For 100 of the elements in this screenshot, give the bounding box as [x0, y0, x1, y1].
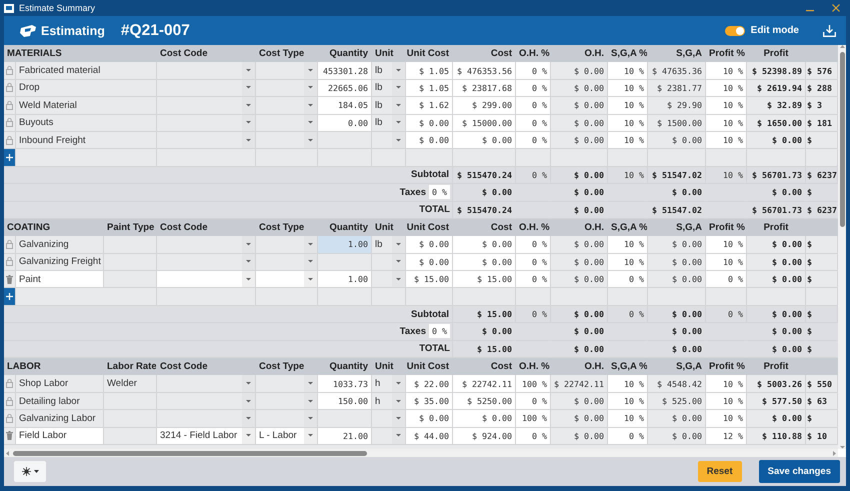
cost-field[interactable]: $ 22742.11: [453, 375, 516, 393]
unit-cost-field[interactable]: $ 22.00: [406, 375, 453, 393]
overhead-percent-field[interactable]: 100 %: [516, 375, 551, 393]
trash-icon[interactable]: [6, 274, 13, 284]
unit-cost-field[interactable]: $ 0.00: [406, 114, 453, 132]
quantity-field[interactable]: 1.00: [318, 236, 372, 254]
item-name[interactable]: Field Labor: [16, 428, 104, 445]
reset-button[interactable]: Reset: [698, 461, 742, 482]
tax-rate-field[interactable]: 0 %: [429, 185, 450, 200]
cost-field[interactable]: $ 0.00: [453, 236, 516, 254]
overhead-percent-field[interactable]: 0 %: [516, 428, 551, 445]
sga-percent-field[interactable]: 0 %: [608, 428, 648, 445]
item-name[interactable]: Paint: [16, 271, 104, 288]
lock-icon: [6, 118, 13, 128]
unit-cost-field[interactable]: $ 1.05: [406, 80, 453, 98]
plus-icon[interactable]: [6, 154, 13, 162]
unit-cost-field[interactable]: $ 15.00: [406, 271, 453, 288]
profit-percent-field[interactable]: 0 %: [706, 271, 747, 288]
lock-icon: [6, 100, 13, 110]
download-icon[interactable]: [823, 24, 836, 36]
caret-icon: [308, 416, 313, 420]
caret-icon: [308, 69, 313, 72]
trash-icon[interactable]: [6, 431, 13, 440]
profit-percent-field[interactable]: 12 %: [706, 428, 747, 445]
overhead-percent-field[interactable]: 100 %: [516, 410, 551, 428]
unit-cost-field[interactable]: $ 35.00: [406, 392, 453, 410]
overhead-percent-field[interactable]: 0 %: [516, 97, 551, 115]
sga-percent-field[interactable]: 10 %: [608, 254, 648, 272]
profit-percent-field[interactable]: 10 %: [706, 410, 747, 428]
vertical-scrollbar[interactable]: [840, 52, 844, 227]
sga-percent-field[interactable]: 10 %: [608, 410, 648, 428]
overhead-percent-field[interactable]: 0 %: [516, 392, 551, 410]
cost-code-dropdown[interactable]: 3214 - Field Labor: [157, 428, 256, 445]
cost-field[interactable]: $ 299.00: [453, 97, 516, 115]
unit-cost-field[interactable]: $ 0.00: [406, 254, 453, 272]
profit-percent-field[interactable]: 10 %: [706, 392, 747, 410]
cost-field[interactable]: $ 0.00: [453, 410, 516, 428]
overhead-percent-field[interactable]: 0 %: [516, 132, 551, 150]
theme-button[interactable]: [14, 461, 46, 482]
unit-cost-field[interactable]: $ 0.00: [406, 132, 453, 150]
cost-field[interactable]: $ 0.00: [453, 254, 516, 272]
cost-code-dropdown[interactable]: [157, 271, 256, 288]
overhead-percent-field[interactable]: 0 %: [516, 62, 551, 80]
unit-cost-field[interactable]: $ 0.00: [406, 236, 453, 254]
profit-percent-field[interactable]: 10 %: [706, 97, 747, 115]
overhead-percent-field[interactable]: 0 %: [516, 80, 551, 98]
profit-percent-field[interactable]: 10 %: [706, 80, 747, 98]
sga-percent-field[interactable]: 10 %: [608, 80, 648, 98]
cost-field[interactable]: $ 15.00: [453, 271, 516, 288]
taxes-label: Taxes: [400, 326, 426, 337]
cost-field[interactable]: $ 5250.00: [453, 392, 516, 410]
app-icon: [4, 4, 14, 12]
profit-percent-field[interactable]: 10 %: [706, 132, 747, 150]
sga-percent-field[interactable]: 0 %: [608, 271, 648, 288]
sga-percent-field[interactable]: 10 %: [608, 132, 648, 150]
close-icon[interactable]: [832, 4, 840, 12]
profit-percent-field[interactable]: 10 %: [706, 62, 747, 80]
sga-percent-field[interactable]: 10 %: [608, 62, 648, 80]
sga-percent-field[interactable]: 10 %: [608, 97, 648, 115]
unit-dropdown[interactable]: [372, 428, 406, 445]
profit-percent-field[interactable]: 10 %: [706, 236, 747, 254]
unit-cost-field[interactable]: $ 1.62: [406, 97, 453, 115]
tax-rate-field[interactable]: 0 %: [429, 324, 450, 338]
cost-type-dropdown[interactable]: [256, 271, 318, 288]
profit-percent-field[interactable]: 10 %: [706, 375, 747, 393]
caret-icon: [396, 416, 401, 420]
sga-percent-field[interactable]: 10 %: [608, 236, 648, 254]
cost-type-dropdown[interactable]: [256, 410, 318, 428]
plus-icon[interactable]: [6, 293, 13, 300]
quantity-field[interactable]: 453301.28: [318, 62, 372, 80]
edit-mode-toggle[interactable]: [724, 26, 745, 36]
cost-field[interactable]: $ 23817.68: [453, 80, 516, 98]
overhead-percent-field[interactable]: 0 %: [516, 236, 551, 254]
cost-type-dropdown[interactable]: L - Labor: [256, 428, 318, 445]
overhead-percent-field[interactable]: 0 %: [516, 254, 551, 272]
quantity-field[interactable]: 184.05: [318, 97, 372, 115]
quantity-field[interactable]: 21.00: [318, 428, 372, 445]
save-button[interactable]: Save changes: [758, 460, 840, 483]
cost-field[interactable]: $ 0.00: [453, 132, 516, 150]
cost-field[interactable]: $ 15000.00: [453, 114, 516, 132]
cost-field[interactable]: $ 476353.56: [453, 62, 516, 80]
quantity-field[interactable]: 0.00: [318, 114, 372, 132]
overhead-percent-field[interactable]: 0 %: [516, 271, 551, 288]
unit-cost-field[interactable]: $ 44.00: [406, 428, 453, 445]
sga-percent-field[interactable]: 10 %: [608, 114, 648, 132]
sga-percent-field[interactable]: 10 %: [608, 375, 648, 393]
cost-field[interactable]: $ 924.00: [453, 428, 516, 445]
app-name: Estimating: [41, 24, 105, 38]
unit-cost-field[interactable]: $ 0.00: [406, 410, 453, 428]
quantity-field[interactable]: 150.00: [318, 392, 372, 410]
unit-cost-field[interactable]: $ 1.05: [406, 62, 453, 80]
quantity-field[interactable]: 1033.73: [318, 375, 372, 393]
sga-percent-field[interactable]: 10 %: [608, 392, 648, 410]
profit-percent-field[interactable]: 10 %: [706, 254, 747, 272]
profit-percent-field[interactable]: 10 %: [706, 114, 747, 132]
caret-icon: [246, 260, 251, 264]
quantity-field[interactable]: 22665.06: [318, 80, 372, 98]
quantity-field[interactable]: 1.00: [318, 271, 372, 288]
overhead-percent-field[interactable]: 0 %: [516, 114, 551, 132]
horizontal-scrollbar[interactable]: [13, 450, 367, 456]
